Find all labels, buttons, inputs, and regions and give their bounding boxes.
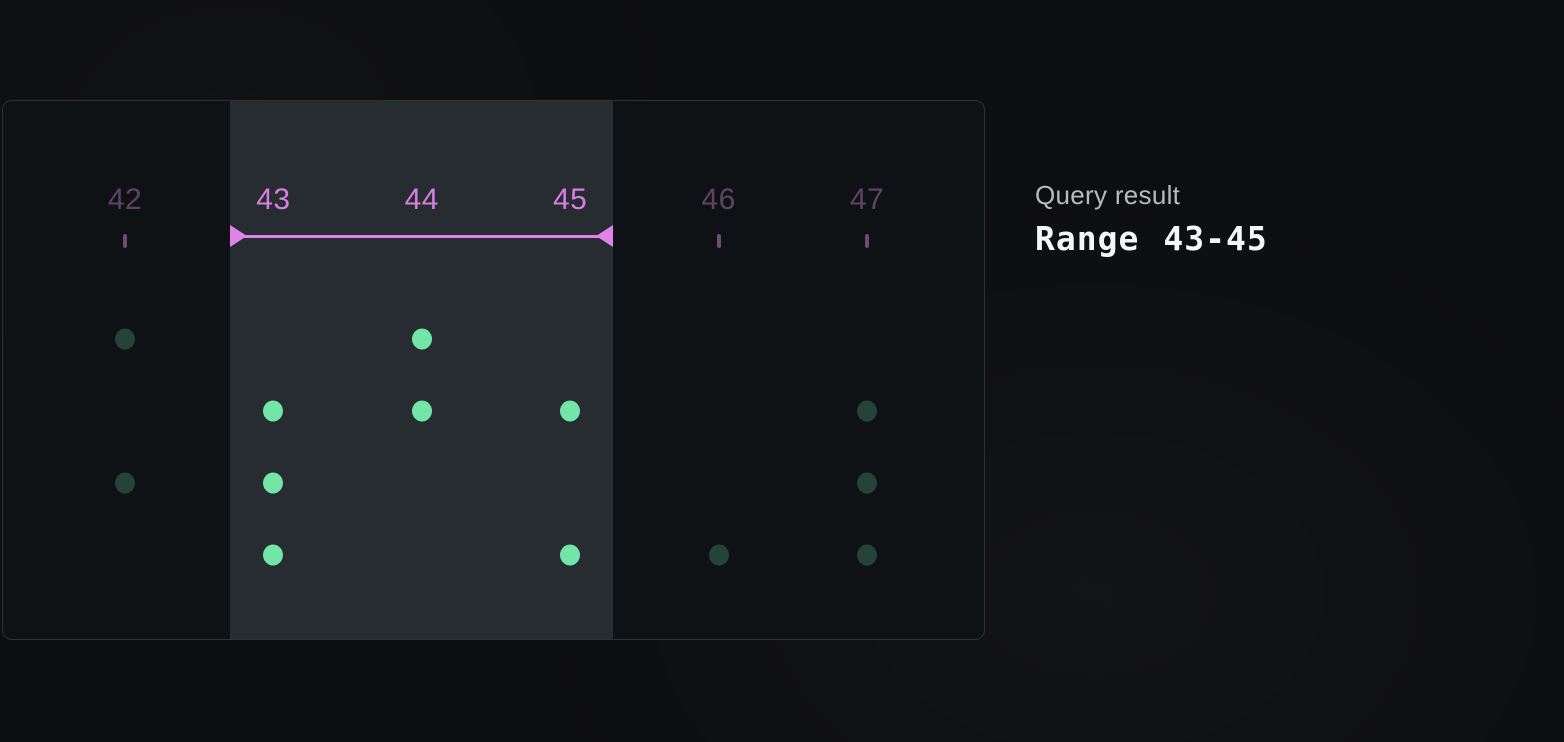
data-point [115,473,135,494]
range-word: Range [1035,219,1139,258]
tick-mark-46 [717,234,721,248]
range-line[interactable] [242,235,601,238]
data-point [115,329,135,350]
data-point [857,473,877,494]
selected-range-band [230,101,613,639]
query-result-label: Query result [1035,180,1268,211]
data-point [560,545,580,566]
data-point [263,545,283,566]
range-end-handle[interactable] [596,225,613,247]
data-point [857,545,877,566]
tick-mark-42 [123,234,127,248]
data-point [412,401,432,422]
range-query-panel: 42 43 44 45 46 47 [2,100,985,640]
tick-label-44: 44 [405,183,439,217]
data-point [263,401,283,422]
tick-mark-47 [865,234,869,248]
tick-label-42: 42 [108,183,142,217]
canvas-background: { "query_result": { "label": "Query resu… [0,0,1564,742]
data-point [709,545,729,566]
data-point [263,473,283,494]
query-result-value: Range 43-45 [1035,219,1268,258]
query-result: Query result Range 43-45 [1035,180,1268,258]
data-point [412,329,432,350]
tick-label-43: 43 [256,183,290,217]
data-point [560,401,580,422]
tick-label-47: 47 [850,183,884,217]
tick-label-45: 45 [553,183,587,217]
tick-label-46: 46 [701,183,735,217]
range-value: 43-45 [1163,219,1267,258]
data-point [857,401,877,422]
